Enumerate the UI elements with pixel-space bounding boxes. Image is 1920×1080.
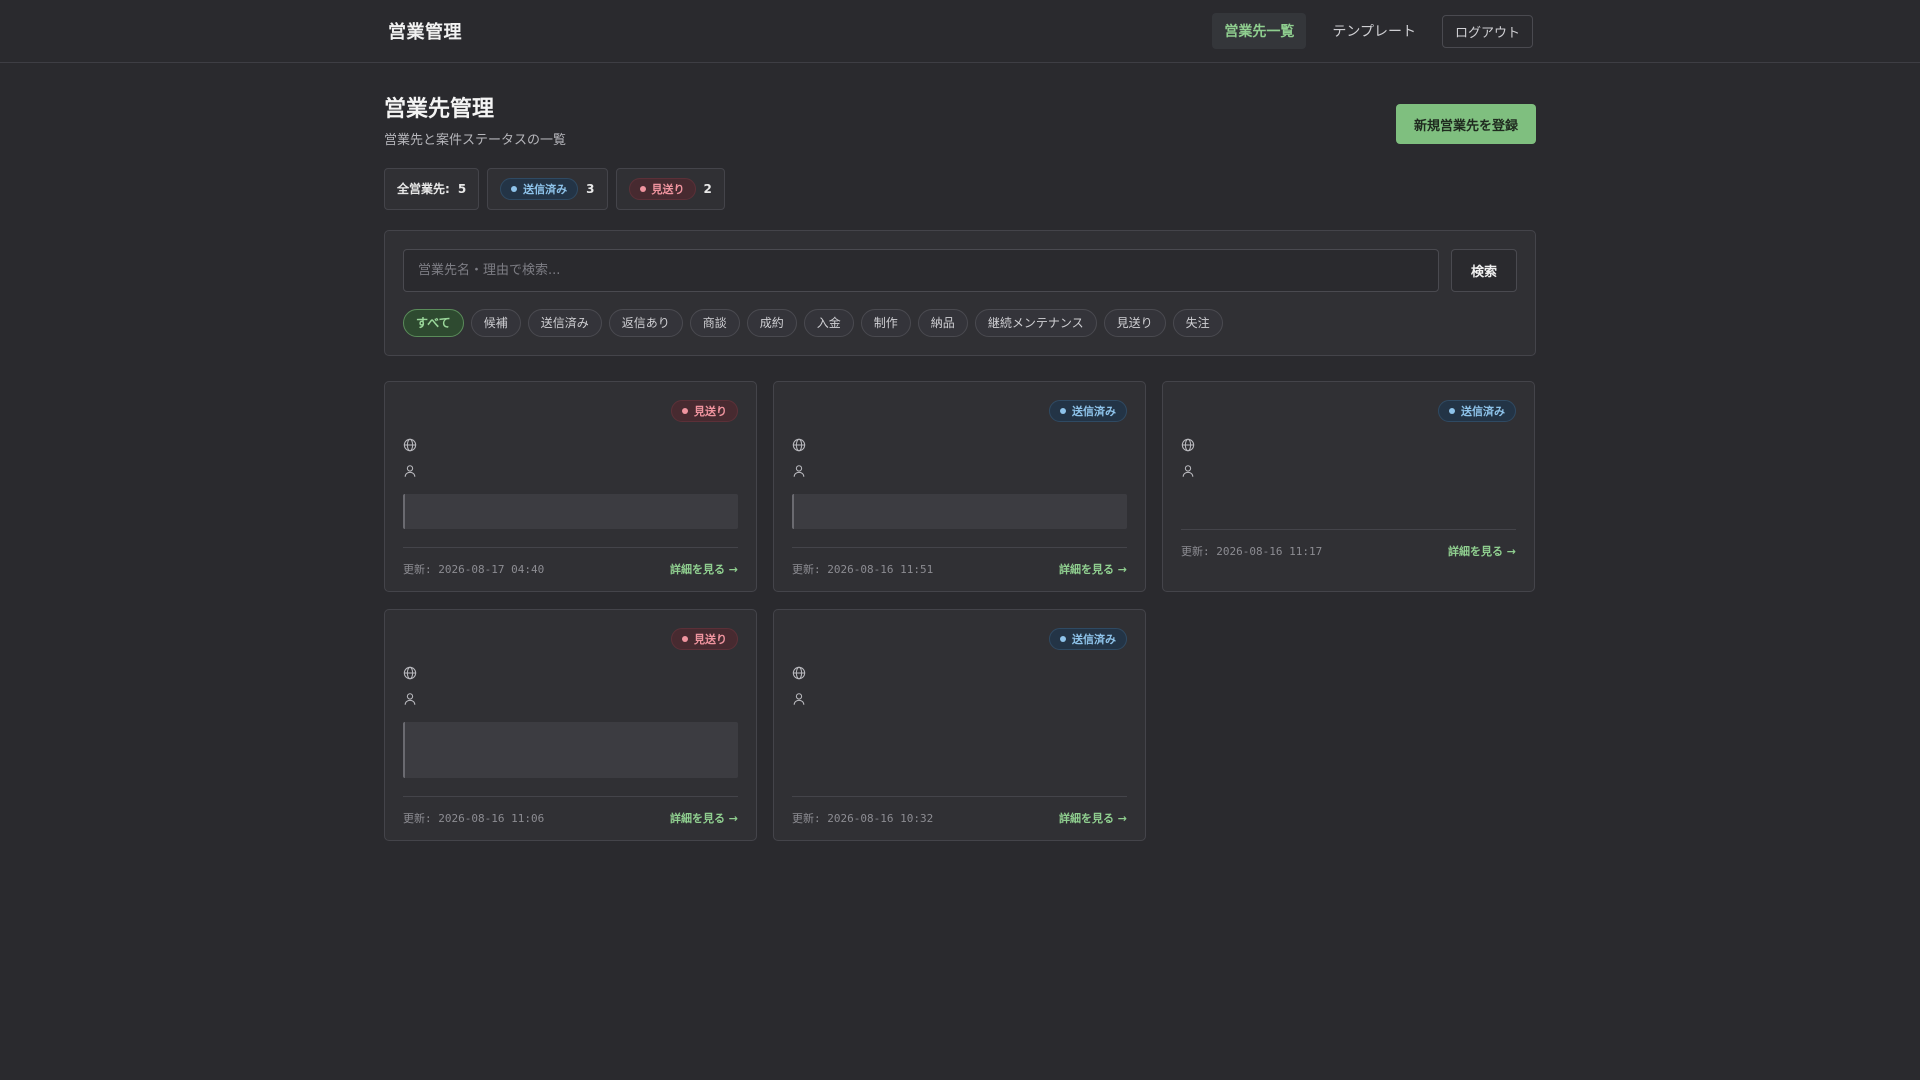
nav-templates[interactable]: テンプレート: [1320, 13, 1428, 49]
status-dot-icon: [1060, 407, 1066, 414]
status-label: 送信済み: [1461, 404, 1505, 418]
new-client-button[interactable]: 新規営業先を登録: [1395, 104, 1536, 144]
globe-icon: [792, 438, 806, 451]
search-input[interactable]: [403, 248, 1439, 292]
updated-timestamp: 更新: 2026-08-16 11:17: [1181, 545, 1323, 559]
status-badge: 見送り: [628, 177, 696, 200]
status-label: 見送り: [694, 632, 727, 646]
person-icon: [793, 464, 805, 477]
filter-sent[interactable]: 送信済み: [527, 308, 602, 337]
status-badge: 送信済み: [500, 177, 579, 200]
status-dot-icon: [639, 185, 646, 192]
client-card[interactable]: 送信済み 更新: 2026-08-16 10:32 詳細を見る →: [773, 608, 1146, 841]
app-title: 営業管理: [388, 22, 462, 43]
filter-closed[interactable]: 成約: [746, 308, 797, 337]
filter-replied[interactable]: 返信あり: [608, 308, 683, 337]
search-panel: 検索 すべて 候補 送信済み 返信あり 商談 成約 入金 制作 納品 継続メンテ…: [384, 229, 1536, 356]
updated-timestamp: 更新: 2026-08-16 11:51: [792, 563, 934, 577]
person-icon: [404, 692, 416, 705]
filter-lost[interactable]: 失注: [1172, 308, 1223, 337]
top-bar: 営業管理 営業先一覧 テンプレート ログアウト: [0, 0, 1920, 63]
note-block: [403, 493, 738, 529]
filter-maintenance[interactable]: 継続メンテナンス: [974, 308, 1097, 337]
client-card[interactable]: 見送り 更新: 2026-08-17 04:40 詳細を見る →: [384, 380, 757, 592]
search-row: 検索: [403, 248, 1517, 292]
updated-timestamp: 更新: 2026-08-16 10:32: [792, 812, 934, 826]
client-card[interactable]: 見送り 更新: 2026-08-16 11:06 詳細を見る →: [384, 608, 757, 841]
globe-icon: [1181, 438, 1195, 451]
page-title: 営業先管理: [384, 97, 495, 122]
main-nav: 営業先一覧 テンプレート ログアウト: [1212, 13, 1533, 49]
view-details-link[interactable]: 詳細を見る →: [670, 810, 738, 826]
updated-timestamp: 更新: 2026-08-16 11:06: [403, 812, 545, 826]
card-footer: 更新: 2026-08-16 11:17 詳細を見る →: [1181, 528, 1516, 573]
view-details-link[interactable]: 詳細を見る →: [1448, 543, 1516, 559]
note-block: [792, 493, 1127, 529]
card-footer: 更新: 2026-08-16 11:51 詳細を見る →: [792, 546, 1127, 591]
stat-sent: 送信済み 3: [487, 167, 608, 210]
updated-timestamp: 更新: 2026-08-17 04:40: [403, 563, 545, 577]
status-dot-icon: [511, 185, 518, 192]
filter-all[interactable]: すべて: [403, 308, 464, 337]
status-badge: 送信済み: [1049, 399, 1127, 422]
globe-icon: [403, 438, 417, 451]
status-badge: 送信済み: [1049, 627, 1127, 650]
filter-delivered[interactable]: 納品: [917, 308, 968, 337]
stat-total-label: 全営業先:: [397, 182, 450, 197]
filter-paid[interactable]: 入金: [803, 308, 854, 337]
stat-total-value: 5: [457, 181, 467, 196]
status-badge: 見送り: [671, 627, 738, 650]
client-card-grid: 見送り 更新: 2026-08-17 04:40 詳細を見る → 送信済み 更新…: [384, 380, 1536, 841]
page-header: 営業先管理 営業先と案件ステータスの一覧 新規営業先を登録: [384, 96, 1536, 148]
client-card[interactable]: 送信済み 更新: 2026-08-16 11:51 詳細を見る →: [773, 380, 1146, 592]
stat-drop-label: 見送り: [651, 182, 685, 196]
view-details-link[interactable]: 詳細を見る →: [670, 561, 738, 577]
status-badge: 送信済み: [1438, 399, 1516, 422]
main-content: 営業先管理 営業先と案件ステータスの一覧 新規営業先を登録 全営業先: 5 送信…: [384, 63, 1536, 841]
person-icon: [404, 464, 416, 477]
status-dot-icon: [1449, 407, 1455, 414]
search-button[interactable]: 検索: [1451, 248, 1517, 292]
status-label: 送信済み: [1072, 404, 1116, 418]
globe-icon: [792, 666, 806, 679]
note-block: [403, 721, 738, 778]
filter-negotiation[interactable]: 商談: [689, 308, 740, 337]
globe-icon: [403, 666, 417, 679]
status-dot-icon: [682, 407, 688, 414]
person-icon: [1182, 464, 1194, 477]
status-dot-icon: [682, 635, 688, 642]
nav-client-list[interactable]: 営業先一覧: [1212, 13, 1307, 49]
stat-sent-label: 送信済み: [523, 182, 568, 196]
stat-sent-value: 3: [586, 181, 595, 196]
stat-drop-value: 2: [703, 181, 712, 196]
logout-button[interactable]: ログアウト: [1441, 14, 1533, 48]
person-icon: [793, 692, 805, 705]
filter-dropped[interactable]: 見送り: [1103, 308, 1166, 337]
view-details-link[interactable]: 詳細を見る →: [1059, 810, 1127, 826]
card-footer: 更新: 2026-08-16 11:06 詳細を見る →: [403, 795, 738, 840]
stats-bar: 全営業先: 5 送信済み 3 見送り 2: [384, 167, 1536, 210]
stat-total: 全営業先: 5: [384, 167, 480, 210]
status-dot-icon: [1060, 635, 1066, 642]
status-badge: 見送り: [671, 399, 738, 422]
filter-candidate[interactable]: 候補: [470, 308, 521, 337]
card-footer: 更新: 2026-08-17 04:40 詳細を見る →: [403, 546, 738, 591]
status-label: 見送り: [694, 404, 727, 418]
status-filter-chips: すべて 候補 送信済み 返信あり 商談 成約 入金 制作 納品 継続メンテナンス…: [403, 308, 1517, 337]
status-label: 送信済み: [1072, 632, 1116, 646]
client-card[interactable]: 送信済み 更新: 2026-08-16 11:17 詳細を見る →: [1162, 380, 1535, 592]
stat-drop: 見送り 2: [615, 167, 725, 210]
view-details-link[interactable]: 詳細を見る →: [1059, 561, 1127, 577]
filter-production[interactable]: 制作: [860, 308, 911, 337]
page-subtitle: 営業先と案件ステータスの一覧: [384, 132, 567, 148]
card-footer: 更新: 2026-08-16 10:32 詳細を見る →: [792, 795, 1127, 840]
